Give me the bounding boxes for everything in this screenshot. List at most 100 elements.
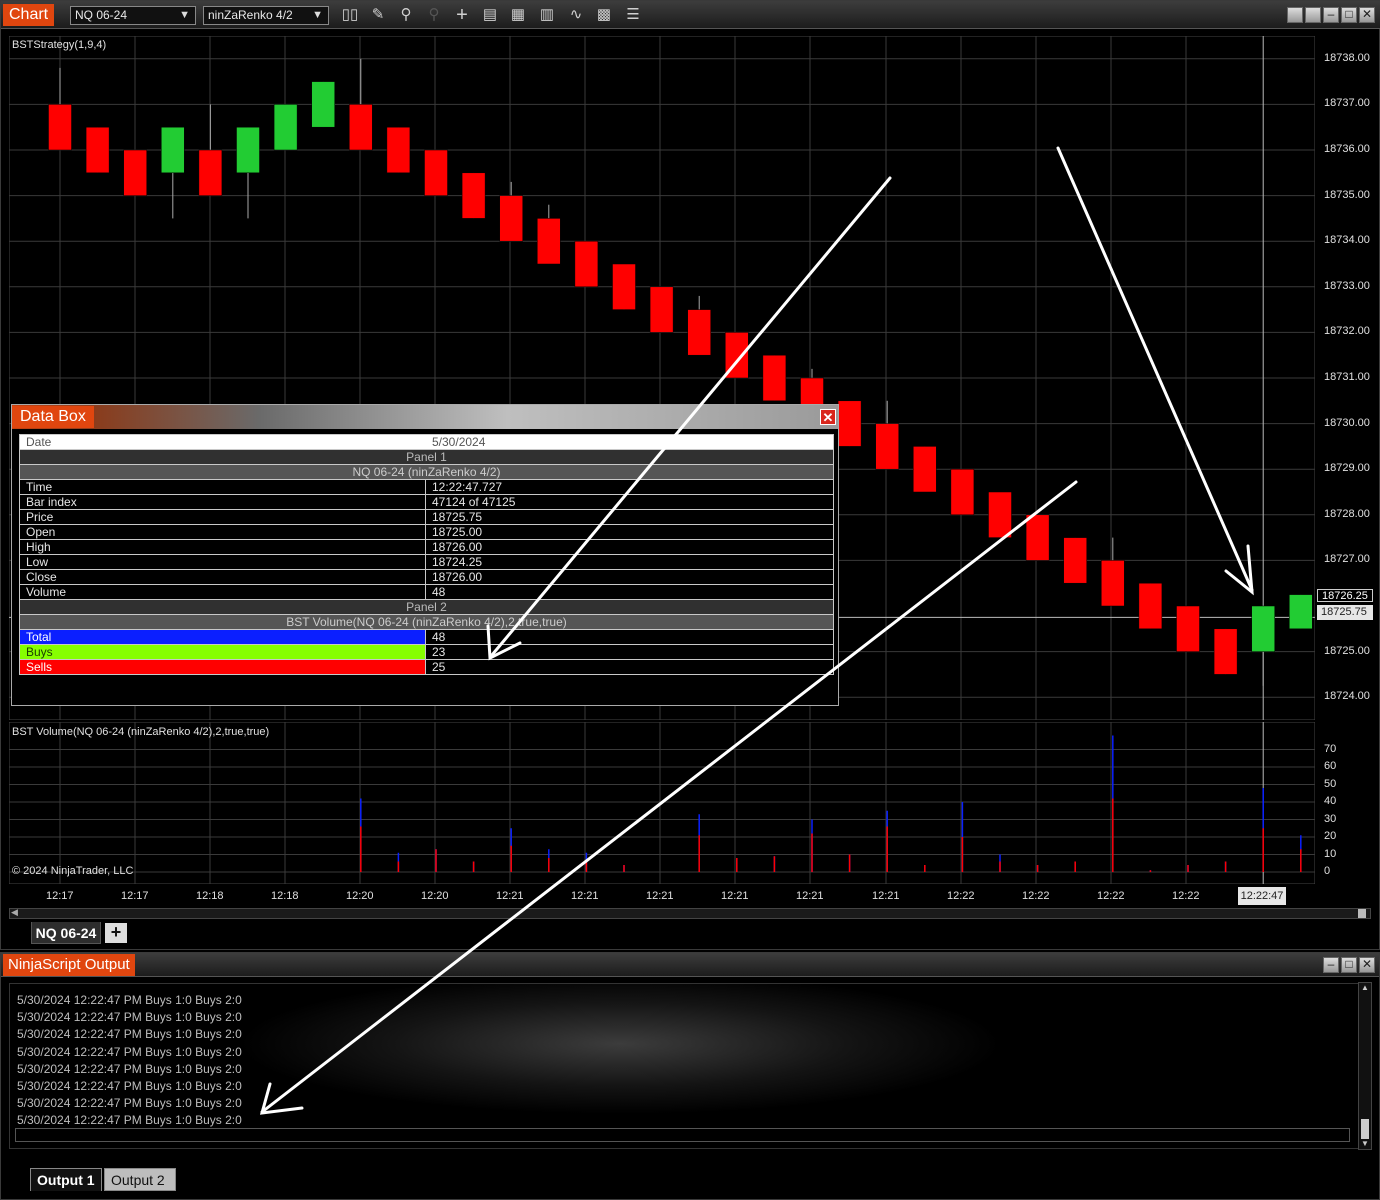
- price-axis-label: 18727.00: [1324, 553, 1370, 566]
- candle-body: [386, 126, 411, 174]
- cursor-price-tag: 18725.75: [1317, 605, 1373, 620]
- time-axis-label: 12:18: [196, 890, 224, 902]
- tab-output-2[interactable]: Output 2: [104, 1168, 176, 1191]
- output-input-line[interactable]: [15, 1128, 1350, 1142]
- chart-window-tag[interactable]: Chart: [3, 4, 55, 26]
- data-box-value: 18726.00: [432, 570, 483, 584]
- data-box-date-row: Date 5/30/2024: [19, 434, 834, 450]
- data-box-value: 18724.25: [432, 555, 483, 569]
- candle-body: [48, 104, 72, 151]
- candle-body: [913, 446, 937, 493]
- panel-1-header: Panel 1: [19, 450, 834, 465]
- horizontal-scrollbar[interactable]: ◀: [9, 907, 1371, 919]
- candle-body: [273, 104, 298, 151]
- candle-body: [574, 240, 599, 288]
- output-line: 5/30/2024 12:22:47 PM Buys 1:0 Buys 2:0: [17, 993, 242, 1007]
- data-box-row: Volume 48: [19, 585, 834, 600]
- close-icon[interactable]: ✕: [1359, 7, 1375, 23]
- ninjascript-output-window: NinjaScript Output – □ ✕ 5/30/2024 12:22…: [0, 952, 1380, 1200]
- candle-body: [85, 126, 110, 174]
- date-value: 5/30/2024: [432, 435, 486, 449]
- vertical-scrollbar[interactable]: ▲ ▼: [1358, 982, 1372, 1150]
- zoom-in-icon[interactable]: ⚲: [396, 6, 416, 24]
- crosshair-icon[interactable]: +: [452, 5, 472, 25]
- maximize-icon[interactable]: □: [1341, 7, 1357, 23]
- data-box-volume-values: Total 48 Buys 23 Sells 25: [19, 630, 834, 675]
- output-line: 5/30/2024 12:22:47 PM Buys 1:0 Buys 2:0: [17, 1061, 242, 1076]
- candle-body: [649, 286, 674, 333]
- time-axis-label: 12:20: [346, 890, 374, 902]
- scroll-up-icon[interactable]: ▲: [1361, 983, 1369, 992]
- volume-axis[interactable]: 70 60 50 40 30 20 10 0: [1315, 722, 1380, 884]
- maximize-icon[interactable]: □: [1341, 957, 1357, 973]
- layout-icon[interactable]: [1287, 7, 1303, 23]
- strategies-icon[interactable]: ∿: [566, 6, 586, 24]
- add-tab-button[interactable]: +: [105, 923, 127, 943]
- data-box-values: Time 12:22:47.727 Bar index 47124 of 47125 P…: [19, 480, 834, 600]
- close-icon[interactable]: ✕: [1359, 957, 1375, 973]
- output-line: 5/30/2024 12:22:47 PM Buys 1:0 Buys 2:0: [17, 1027, 242, 1042]
- output-titlebar[interactable]: NinjaScript Output – □ ✕: [1, 953, 1379, 977]
- list-icon[interactable]: ☰: [623, 6, 643, 24]
- properties-icon[interactable]: ▤: [480, 6, 500, 24]
- candle-body: [988, 491, 1012, 538]
- minimize-icon[interactable]: –: [1323, 957, 1339, 973]
- data-box-row: Open 18725.00: [19, 525, 834, 540]
- time-axis[interactable]: 12:17 12:17 12:18 12:18 12:20 12:20 12:21 12:21…: [9, 885, 1315, 907]
- scrollbar-thumb[interactable]: [1358, 909, 1366, 918]
- instrument-selector[interactable]: NQ 06-24 ▼: [70, 6, 196, 25]
- candle-body: [1138, 582, 1163, 630]
- candle-body: [1025, 514, 1050, 561]
- data-box-value: 48: [432, 630, 446, 644]
- bar-style-icon[interactable]: ▯▯: [340, 6, 360, 24]
- price-axis-label: 18737.00: [1324, 97, 1370, 110]
- data-box-row: High 18726.00: [19, 540, 834, 555]
- price-axis-label: 18729.00: [1324, 462, 1370, 475]
- candle-body: [1289, 594, 1313, 630]
- pencil-icon[interactable]: ✎: [368, 6, 388, 24]
- candle-body: [612, 263, 636, 310]
- volume-chart-frame: [9, 722, 1315, 884]
- data-box-divider: [425, 645, 426, 659]
- data-box-key: Low: [26, 555, 49, 569]
- scroll-left-icon[interactable]: ◀: [11, 907, 18, 918]
- tab-nq-06-24[interactable]: NQ 06-24: [31, 922, 101, 944]
- volume-axis-label: 40: [1324, 795, 1337, 807]
- minimize-icon[interactable]: –: [1323, 7, 1339, 23]
- data-box-divider: [425, 660, 426, 674]
- tab-output-1[interactable]: Output 1: [30, 1168, 102, 1191]
- candle-body: [499, 195, 523, 242]
- candle-body: [349, 104, 373, 151]
- volume-chart[interactable]: [9, 722, 1315, 884]
- data-box-key: Price: [26, 510, 54, 524]
- output-line: 5/30/2024 12:22:47 PM Buys 1:0 Buys 2:0: [17, 1096, 242, 1111]
- data-box-divider: [425, 525, 426, 539]
- instrument-selector-value: NQ 06-24: [75, 8, 128, 22]
- data-box-value: 12:22:47.727: [432, 480, 503, 494]
- data-box-value: 48: [432, 585, 446, 599]
- data-box-icon[interactable]: ▩: [594, 6, 614, 24]
- scroll-down-icon[interactable]: ▼: [1361, 1139, 1369, 1148]
- candle-body: [687, 309, 711, 356]
- price-axis-label: 18724.00: [1324, 690, 1370, 703]
- volume-swatch: [20, 660, 425, 674]
- close-icon[interactable]: ✕: [820, 409, 836, 425]
- zoom-out-icon[interactable]: ⚲: [424, 6, 444, 24]
- candle-body: [198, 149, 223, 196]
- chevron-down-icon: ▼: [312, 9, 323, 21]
- layout-alt-icon[interactable]: [1305, 7, 1321, 23]
- data-box-titlebar[interactable]: Data Box ✕: [12, 405, 838, 429]
- output-text-area[interactable]: 5/30/2024 12:22:47 PM Buys 1:0 Buys 2:0 5…: [9, 983, 1359, 1149]
- bar-type-selector[interactable]: ninZaRenko 4/2 ▼: [203, 6, 329, 25]
- date-label: Date: [26, 435, 52, 449]
- cursor-time-tag: 12:22:47: [1238, 887, 1286, 905]
- data-box-key: Volume: [26, 585, 67, 599]
- templates-icon[interactable]: ▦: [508, 6, 528, 24]
- scrollbar-thumb[interactable]: [1361, 1119, 1369, 1139]
- data-box-key: Buys: [26, 645, 53, 659]
- last-price-tag: 18726.25: [1317, 589, 1373, 602]
- price-axis-label: 18734.00: [1324, 234, 1370, 247]
- data-box-value: 18726.00: [432, 540, 483, 554]
- indicators-icon[interactable]: ▥: [537, 6, 557, 24]
- candle-body: [236, 126, 260, 174]
